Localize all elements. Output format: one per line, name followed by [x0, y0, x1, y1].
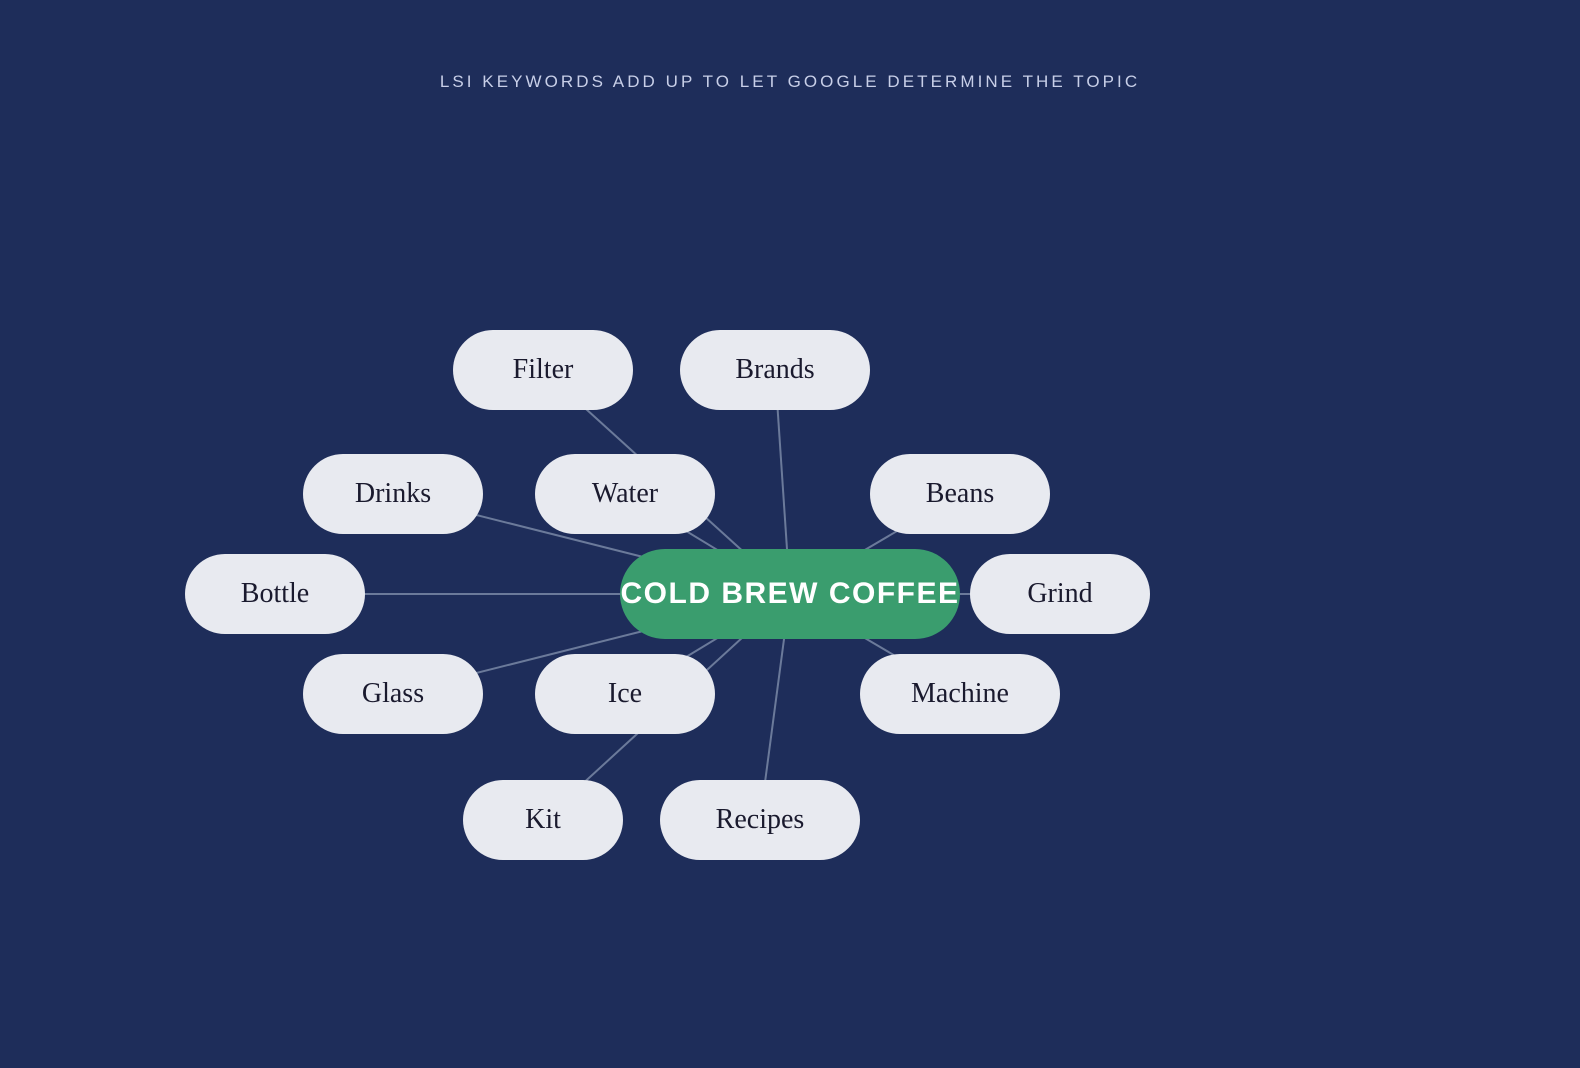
- node-beans: Beans: [870, 454, 1050, 534]
- node-recipes: Recipes: [660, 780, 860, 860]
- center-node: COLD BREW COFFEE: [620, 549, 960, 639]
- node-kit: Kit: [463, 780, 623, 860]
- page-title: LSI KEYWORDS ADD UP TO LET GOOGLE DETERM…: [0, 0, 1580, 92]
- node-machine: Machine: [860, 654, 1060, 734]
- node-brands: Brands: [680, 330, 870, 410]
- diagram-container: COLD BREW COFFEE Filter Brands Drinks Water B…: [0, 140, 1580, 1068]
- node-filter: Filter: [453, 330, 633, 410]
- node-grind: Grind: [970, 554, 1150, 634]
- node-ice: Ice: [535, 654, 715, 734]
- node-drinks: Drinks: [303, 454, 483, 534]
- node-water: Water: [535, 454, 715, 534]
- node-bottle: Bottle: [185, 554, 365, 634]
- node-glass: Glass: [303, 654, 483, 734]
